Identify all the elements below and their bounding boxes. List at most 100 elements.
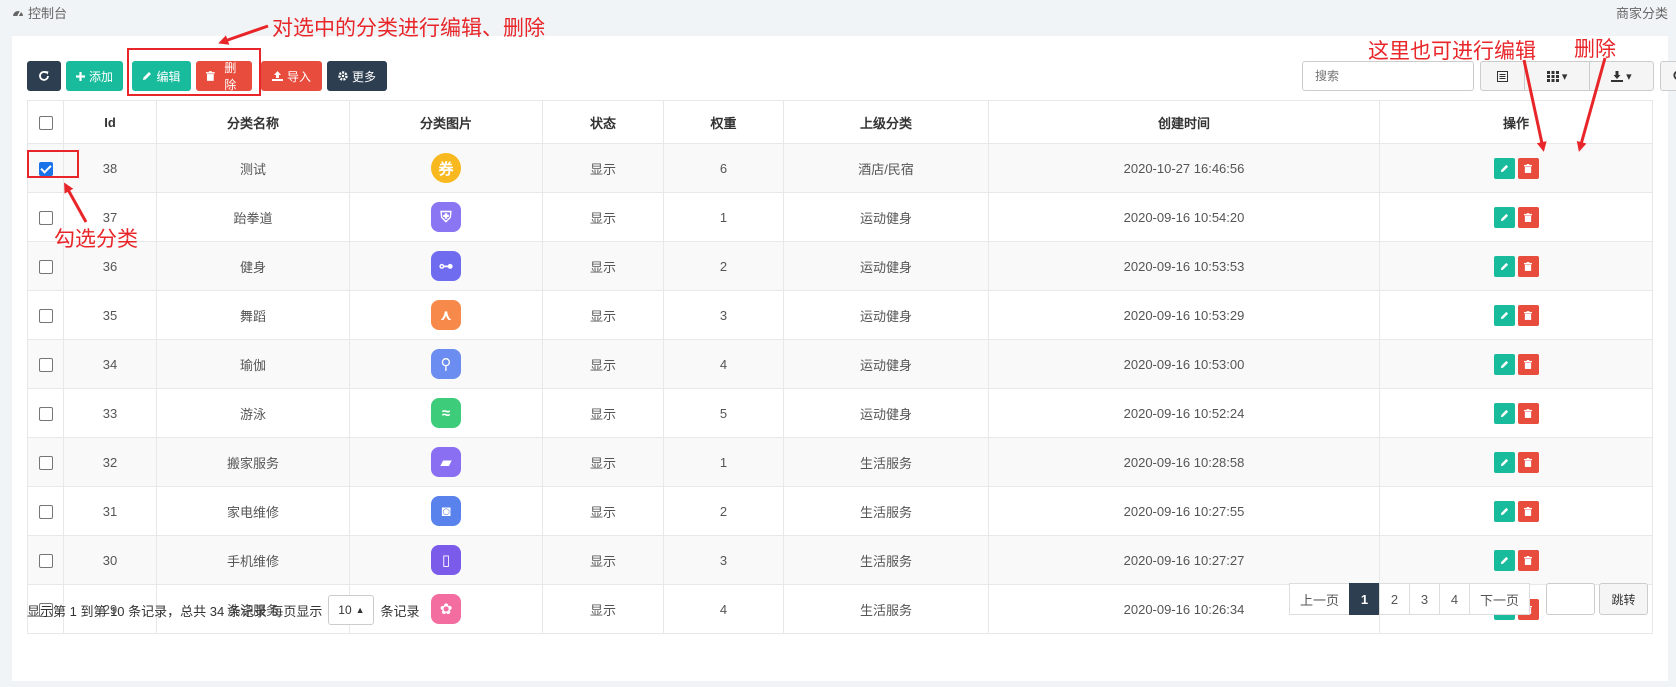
row-select-cell [27, 486, 64, 536]
table-row[interactable]: 35 舞蹈 ⋏ 显示 3 运动健身 2020-09-16 10:53:29 [27, 290, 1653, 340]
cell-parent: 生活服务 [783, 437, 989, 487]
table-row[interactable]: 31 家电维修 ◙ 显示 2 生活服务 2020-09-16 10:27:55 [27, 486, 1653, 536]
cell-parent: 生活服务 [783, 535, 989, 585]
cell-weight: 2 [663, 241, 784, 291]
cell-actions [1379, 290, 1653, 340]
table-row[interactable]: 30 手机维修 ▯ 显示 3 生活服务 2020-09-16 10:27:27 [27, 535, 1653, 585]
export-button[interactable]: ▾ [1590, 62, 1653, 90]
caret-up-icon: ▲ [355, 605, 365, 615]
cell-parent: 运动健身 [783, 339, 989, 389]
add-button[interactable]: 添加 [66, 61, 123, 91]
page-2-button[interactable]: 2 [1379, 583, 1410, 615]
row-edit-button[interactable] [1493, 549, 1515, 571]
table-row[interactable]: 38 测试券显示 6 酒店/民宿 2020-10-27 16:46:56 [27, 143, 1653, 193]
row-delete-button[interactable] [1517, 353, 1539, 375]
table-row[interactable]: 32 搬家服务 ▰ 显示 1 生活服务 2020-09-16 10:28:58 [27, 437, 1653, 487]
row-edit-button[interactable] [1493, 451, 1515, 473]
row-delete-button[interactable] [1517, 157, 1539, 179]
pencil-icon [1500, 409, 1508, 417]
prev-page-button[interactable]: 上一页 [1289, 583, 1350, 615]
cell-image: ≈ [349, 388, 543, 438]
table-row[interactable]: 33 游泳 ≈ 显示 5 运动健身 2020-09-16 10:52:24 [27, 388, 1653, 438]
trash-icon [1524, 555, 1532, 565]
row-edit-button[interactable] [1493, 402, 1515, 424]
col-header-created[interactable]: 创建时间 [988, 100, 1380, 144]
row-checkbox[interactable] [38, 357, 53, 372]
more-button[interactable]: 更多 [327, 61, 387, 91]
row-edit-button[interactable] [1493, 206, 1515, 228]
row-edit-button[interactable] [1493, 500, 1515, 522]
laundry-icon[interactable]: ✿ [431, 594, 461, 624]
trash-icon [1524, 359, 1532, 369]
page-size-select[interactable]: 10 ▲ [328, 595, 375, 625]
row-delete-button[interactable] [1517, 451, 1539, 473]
row-delete-button[interactable] [1517, 206, 1539, 228]
yoga-icon[interactable]: ⚲ [431, 349, 461, 379]
trash-icon [1524, 457, 1532, 467]
table-row[interactable]: 37 跆拳道 ⛨ 显示 1 运动健身 2020-09-16 10:54:20 [27, 192, 1653, 242]
row-checkbox[interactable] [38, 406, 53, 421]
row-edit-button[interactable] [1493, 255, 1515, 277]
cell-actions [1379, 339, 1653, 389]
row-checkbox[interactable] [38, 553, 53, 568]
col-header-weight[interactable]: 权重 [663, 100, 784, 144]
cell-status: 显示 [542, 241, 664, 291]
cell-weight: 1 [663, 192, 784, 242]
cell-id: 34 [63, 339, 157, 389]
dumbbell-icon[interactable]: ⊶ [431, 251, 461, 281]
table-row[interactable]: 36 健身 ⊶ 显示 2 运动健身 2020-09-16 10:53:53 [27, 241, 1653, 291]
row-checkbox[interactable] [38, 259, 53, 274]
next-page-button[interactable]: 下一页 [1469, 583, 1530, 615]
columns-toggle-button[interactable]: ▾ [1525, 62, 1590, 90]
row-checkbox[interactable] [38, 308, 53, 323]
row-edit-button[interactable] [1493, 304, 1515, 326]
cell-status: 显示 [542, 437, 664, 487]
col-header-name[interactable]: 分类名称 [156, 100, 350, 144]
row-delete-button[interactable] [1517, 402, 1539, 424]
row-select-cell [27, 388, 64, 438]
page-4-button[interactable]: 4 [1439, 583, 1470, 615]
row-delete-button[interactable] [1517, 549, 1539, 571]
cell-parent: 运动健身 [783, 192, 989, 242]
row-delete-button[interactable] [1517, 500, 1539, 522]
row-checkbox[interactable] [38, 455, 53, 470]
truck-icon[interactable]: ▰ [431, 447, 461, 477]
cell-status: 显示 [542, 388, 664, 438]
pagination: 上一页 1 2 3 4 下一页 [1289, 583, 1530, 615]
refresh-button[interactable] [27, 61, 61, 91]
row-delete-button[interactable] [1517, 304, 1539, 326]
cell-weight: 5 [663, 388, 784, 438]
dance-icon[interactable]: ⋏ [431, 300, 461, 330]
page-1-button[interactable]: 1 [1349, 583, 1380, 615]
search-input[interactable] [1302, 61, 1474, 91]
row-edit-button[interactable] [1493, 157, 1515, 179]
swim-icon[interactable]: ≈ [431, 398, 461, 428]
select-all-checkbox[interactable] [38, 115, 53, 130]
table-row[interactable]: 34 瑜伽 ⚲ 显示 4 运动健身 2020-09-16 10:53:00 [27, 339, 1653, 389]
col-header-status[interactable]: 状态 [542, 100, 664, 144]
pagination-info-text: 显示第 1 到第 10 条记录，总共 34 条记录 每页显示 [27, 603, 323, 619]
coupon-icon[interactable]: 券 [431, 153, 461, 183]
row-delete-button[interactable] [1517, 255, 1539, 277]
phone-icon[interactable]: ▯ [431, 545, 461, 575]
cell-actions [1379, 486, 1653, 536]
card-view-button[interactable] [1481, 62, 1526, 90]
breadcrumb[interactable]: 控制台 [12, 3, 67, 22]
goto-page-button[interactable]: 跳转 [1599, 583, 1648, 615]
col-header-id[interactable]: Id [63, 100, 157, 144]
appliance-icon[interactable]: ◙ [431, 496, 461, 526]
cell-status: 显示 [542, 486, 664, 536]
row-checkbox[interactable] [38, 210, 53, 225]
page-3-button[interactable]: 3 [1409, 583, 1440, 615]
row-checkbox[interactable] [38, 504, 53, 519]
taekwondo-icon[interactable]: ⛨ [431, 202, 461, 232]
cell-created: 2020-09-16 10:53:00 [988, 339, 1380, 389]
cell-image: ◙ [349, 486, 543, 536]
import-button[interactable]: 导入 [261, 61, 322, 91]
row-edit-button[interactable] [1493, 353, 1515, 375]
goto-page-input[interactable] [1546, 583, 1595, 615]
col-header-parent[interactable]: 上级分类 [783, 100, 989, 144]
cell-image: 券 [349, 143, 543, 193]
search-button[interactable] [1660, 61, 1676, 91]
cell-image: ⛨ [349, 192, 543, 242]
